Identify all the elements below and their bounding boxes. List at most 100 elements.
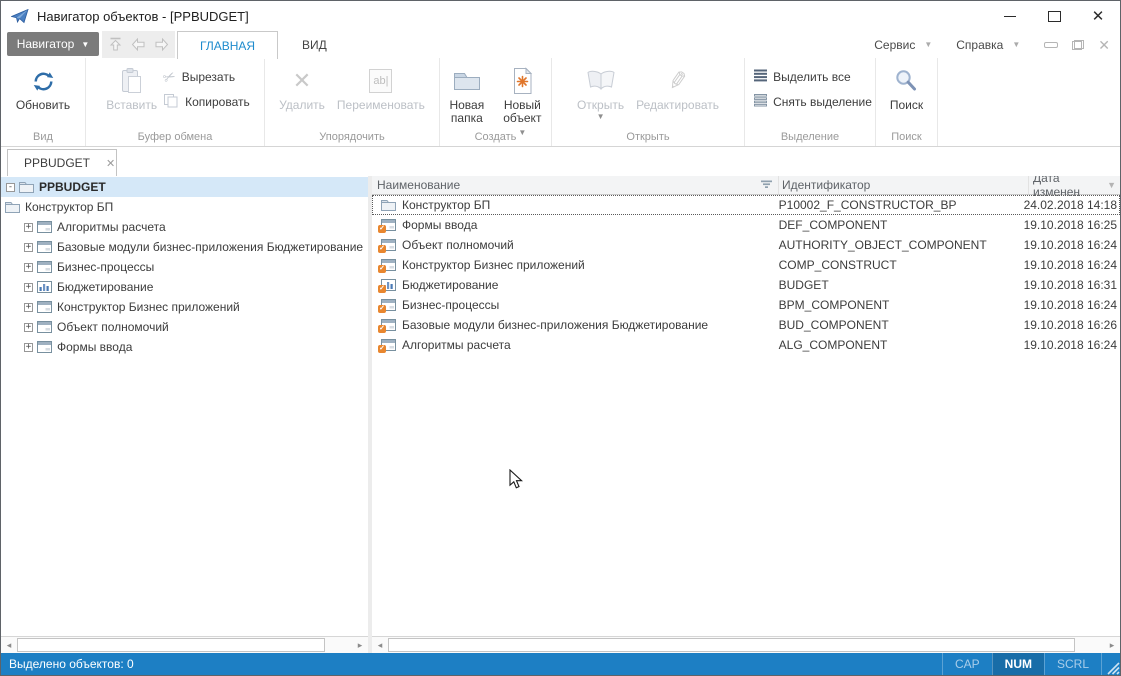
cut-button-label: Вырезать	[182, 70, 235, 84]
table-row[interactable]: ✓ Бизнес-процессы BPM_COMPONENT 19.10.20…	[372, 295, 1120, 315]
filter-icon[interactable]	[761, 178, 772, 192]
component-icon	[37, 301, 52, 313]
window-title: Навигатор объектов - [PPBUDGET]	[37, 9, 988, 24]
go-up-button[interactable]	[108, 37, 123, 52]
column-header-name[interactable]: Наименование	[372, 176, 779, 194]
table-row[interactable]: Конструктор БП P10002_F_CONSTRUCTOR_BP 2…	[372, 195, 1120, 215]
deselect-button[interactable]: Снять выделение	[754, 93, 872, 111]
window-maximize-button[interactable]	[1032, 1, 1076, 31]
navigator-app-button[interactable]: Навигатор ▼	[7, 32, 99, 56]
rename-button[interactable]: ab| Переименовать	[331, 61, 431, 112]
scroll-left-icon[interactable]: ◂	[372, 637, 388, 653]
copy-pages-icon	[163, 93, 179, 111]
scroll-lock-indicator: SCRL	[1044, 653, 1101, 675]
tree-item[interactable]: + Бюджетирование	[1, 277, 368, 297]
expand-plus-icon[interactable]: +	[24, 223, 33, 232]
back-button[interactable]	[131, 37, 146, 52]
grid-horizontal-scrollbar[interactable]: ◂ ▸	[372, 636, 1120, 653]
tree-item[interactable]: + Бизнес-процессы	[1, 257, 368, 277]
menu-service[interactable]: Сервис ▼	[864, 38, 942, 52]
mdi-minimize-button[interactable]	[1044, 42, 1058, 48]
column-header-id[interactable]: Идентификатор	[779, 176, 1029, 194]
scroll-right-icon[interactable]: ▸	[352, 637, 368, 653]
expand-plus-icon[interactable]: +	[24, 303, 33, 312]
expand-plus-icon[interactable]: +	[24, 283, 33, 292]
paste-clipboard-icon	[119, 63, 144, 99]
pencil-icon: ✎	[665, 65, 690, 97]
scroll-left-icon[interactable]: ◂	[1, 637, 17, 653]
edit-button-label: Редактировать	[636, 99, 719, 112]
collapse-minus-icon[interactable]: -	[6, 183, 15, 192]
chevron-down-icon[interactable]: ▼	[1107, 180, 1116, 190]
row-id: AUTHORITY_OBJECT_COMPONENT	[776, 238, 1024, 252]
refresh-icon	[30, 63, 57, 99]
ribbon-right-menus: Сервис ▼ Справка ▼ ✕	[864, 31, 1120, 58]
ribbon-group-clipboard: Вставить ✂ Вырезать Копировать Буфер обм…	[86, 58, 265, 146]
scroll-right-icon[interactable]: ▸	[1104, 637, 1120, 653]
table-row[interactable]: ✓ Конструктор Бизнес приложений COMP_CON…	[372, 255, 1120, 275]
copy-button[interactable]: Копировать	[163, 93, 250, 111]
tree-item[interactable]: + Объект полномочий	[1, 317, 368, 337]
ribbon-tab-home[interactable]: ГЛАВНАЯ	[177, 31, 278, 59]
paste-button[interactable]: Вставить	[100, 61, 163, 112]
refresh-button[interactable]: Обновить	[10, 61, 76, 112]
ribbon-group-selection: Выделить все Снять выделение Выделение	[745, 58, 876, 146]
window-close-button[interactable]: ✕	[1076, 1, 1120, 31]
search-icon	[893, 63, 919, 99]
cut-button[interactable]: ✂ Вырезать	[163, 68, 250, 86]
rename-ab-icon: ab|	[369, 69, 392, 93]
expand-plus-icon[interactable]: +	[24, 243, 33, 252]
row-name: Формы ввода	[402, 218, 477, 232]
tree-item[interactable]: + Формы ввода	[1, 337, 368, 357]
menu-help-label: Справка	[956, 38, 1003, 52]
edit-button[interactable]: ✎ Редактировать	[630, 61, 725, 112]
table-row[interactable]: ✓ Объект полномочий AUTHORITY_OBJECT_COM…	[372, 235, 1120, 255]
row-id: ALG_COMPONENT	[776, 338, 1024, 352]
expand-plus-icon[interactable]: +	[24, 263, 33, 272]
table-row[interactable]: ✓ Бюджетирование BUDGET 19.10.2018 16:31	[372, 275, 1120, 295]
caps-lock-indicator: CAP	[942, 653, 992, 675]
grid-header-row: Наименование Идентификатор Дата изменен …	[372, 176, 1120, 195]
scrollbar-thumb[interactable]	[17, 638, 325, 652]
ribbon-group-open-label: Открыть	[552, 131, 744, 143]
select-all-button[interactable]: Выделить все	[754, 68, 872, 86]
document-tab-ppbudget[interactable]: PPBUDGET ✕	[7, 149, 117, 176]
tree-item[interactable]: + Базовые модули бизнес-приложения Бюдже…	[1, 237, 368, 257]
resize-grip[interactable]	[1101, 653, 1120, 675]
forward-button[interactable]	[154, 37, 169, 52]
window-minimize-button[interactable]	[988, 1, 1032, 31]
search-button[interactable]: Поиск	[884, 61, 929, 112]
column-header-date[interactable]: Дата изменен ▼	[1029, 176, 1120, 194]
mdi-restore-button[interactable]	[1072, 40, 1084, 50]
bar-chart-icon: ✓	[381, 279, 396, 291]
expand-plus-icon[interactable]: +	[24, 343, 33, 352]
new-folder-button[interactable]: Новая папка	[440, 61, 494, 125]
tree-root-node[interactable]: - PPBUDGET	[1, 177, 368, 197]
ribbon-tab-view[interactable]: ВИД	[280, 31, 349, 58]
checked-badge-icon: ✓	[378, 285, 386, 293]
delete-button[interactable]: ✕ Удалить	[273, 61, 331, 112]
open-button[interactable]: Открыть ▼	[571, 61, 630, 120]
mdi-close-button[interactable]: ✕	[1098, 38, 1110, 52]
tree-horizontal-scrollbar[interactable]: ◂ ▸	[1, 636, 368, 653]
component-icon	[37, 261, 52, 273]
quick-access-toolbar	[102, 31, 175, 58]
tree-item[interactable]: + Алгоритмы расчета	[1, 217, 368, 237]
tree-item-label: Формы ввода	[57, 340, 132, 354]
menu-help[interactable]: Справка ▼	[946, 38, 1030, 52]
tree-item[interactable]: Конструктор БП	[1, 197, 368, 217]
row-date: 19.10.2018 16:31	[1024, 278, 1120, 292]
table-row[interactable]: ✓ Базовые модули бизнес-приложения Бюдже…	[372, 315, 1120, 335]
ribbon: Обновить Вид Вставить ✂ Вырезать	[1, 58, 1120, 147]
tab-close-icon[interactable]: ✕	[106, 157, 115, 170]
component-icon: ✓	[381, 259, 396, 271]
tree-item[interactable]: + Конструктор Бизнес приложений	[1, 297, 368, 317]
new-object-button[interactable]: Новый объект ▼	[494, 61, 551, 138]
scrollbar-thumb[interactable]	[388, 638, 1075, 652]
ribbon-tab-home-label: ГЛАВНАЯ	[200, 39, 255, 53]
expand-plus-icon[interactable]: +	[24, 323, 33, 332]
row-id: DEF_COMPONENT	[776, 218, 1024, 232]
table-row[interactable]: ✓ Формы ввода DEF_COMPONENT 19.10.2018 1…	[372, 215, 1120, 235]
tree-item-label: Алгоритмы расчета	[57, 220, 166, 234]
table-row[interactable]: ✓ Алгоритмы расчета ALG_COMPONENT 19.10.…	[372, 335, 1120, 355]
